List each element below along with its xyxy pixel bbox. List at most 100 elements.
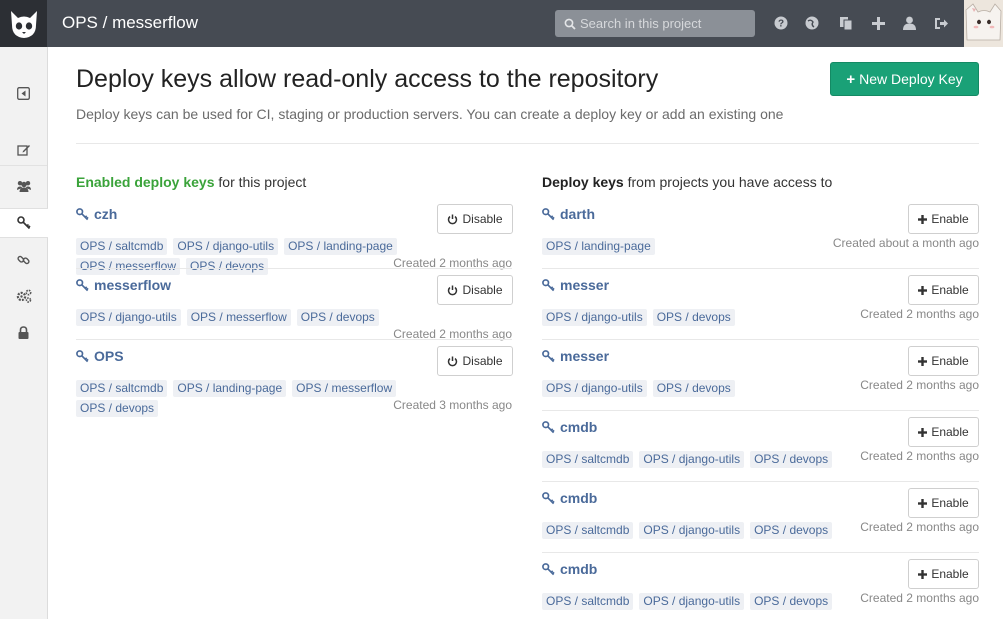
- button-label: Enable: [931, 212, 969, 226]
- created-timestamp: Created about a month ago: [832, 236, 979, 250]
- project-title[interactable]: OPS / messerflow: [62, 13, 198, 33]
- available-keys-heading-rest: from projects you have access to: [623, 174, 833, 190]
- enable-button[interactable]: Enable: [908, 204, 979, 234]
- deploy-key-row: darth Enable OPS / landing-page Created abo…: [542, 204, 979, 277]
- created-timestamp: Created 3 months ago: [393, 398, 512, 412]
- power-icon: [447, 285, 458, 296]
- deploy-key-name[interactable]: messer: [542, 348, 609, 364]
- project-tag[interactable]: OPS / django-utils: [639, 522, 745, 539]
- new-deploy-key-button[interactable]: + New Deploy Key: [830, 62, 979, 96]
- project-tag[interactable]: OPS / devops: [750, 522, 833, 539]
- button-label: Disable: [462, 212, 503, 226]
- project-tag[interactable]: OPS / devops: [750, 593, 833, 610]
- sidebar-item-web-hooks[interactable]: [0, 245, 47, 275]
- help-icon[interactable]: ?: [773, 15, 789, 31]
- search-box[interactable]: [555, 10, 755, 37]
- project-tag[interactable]: OPS / devops: [186, 258, 269, 275]
- divider: [76, 143, 979, 144]
- deploy-key-row: messerflow Disable OPS / django-utils OPS /…: [76, 268, 513, 348]
- plus-icon[interactable]: [870, 15, 886, 31]
- row-divider: [76, 339, 512, 340]
- key-icon: [76, 278, 89, 292]
- project-tag[interactable]: OPS / saltcmdb: [542, 522, 634, 539]
- key-title: czh: [94, 206, 118, 222]
- created-timestamp: Created 2 months ago: [860, 591, 979, 605]
- enable-button[interactable]: Enable: [908, 346, 979, 376]
- deploy-key-name[interactable]: czh: [76, 206, 117, 222]
- deploy-key-row: czh Disable OPS / saltcmdb OPS / django-uti…: [76, 204, 513, 277]
- sidebar-item-edit[interactable]: [0, 135, 47, 165]
- deploy-key-name[interactable]: darth: [542, 206, 595, 222]
- enable-button[interactable]: Enable: [908, 417, 979, 447]
- disable-button[interactable]: Disable: [437, 346, 513, 376]
- collapse-sidebar-button[interactable]: [0, 78, 47, 108]
- button-label: Enable: [931, 354, 969, 368]
- sidebar: [0, 47, 48, 619]
- project-tag[interactable]: OPS / messerflow: [76, 258, 181, 275]
- deploy-key-row: messer Enable OPS / django-utils OPS / devo…: [542, 339, 979, 419]
- cogs-icon: [16, 289, 32, 303]
- sidebar-item-deploy-keys[interactable]: [0, 208, 48, 238]
- project-tag[interactable]: OPS / saltcmdb: [542, 451, 634, 468]
- project-tag[interactable]: OPS / devops: [750, 451, 833, 468]
- created-timestamp: Created 2 months ago: [860, 378, 979, 392]
- project-tag[interactable]: OPS / landing-page: [542, 238, 655, 255]
- project-tag[interactable]: OPS / django-utils: [173, 238, 279, 255]
- project-tag[interactable]: OPS / django-utils: [76, 309, 181, 326]
- project-tag[interactable]: OPS / devops: [652, 380, 735, 397]
- available-keys-heading-strong: Deploy keys: [542, 174, 624, 190]
- key-icon: [542, 420, 555, 434]
- gitlab-logo[interactable]: [0, 0, 47, 47]
- project-tag[interactable]: OPS / landing-page: [173, 380, 287, 397]
- key-icon: [17, 216, 31, 230]
- disable-button[interactable]: Disable: [437, 204, 513, 234]
- search-input[interactable]: [580, 16, 750, 31]
- sidebar-item-protected-branches[interactable]: [0, 317, 47, 347]
- project-tag[interactable]: OPS / landing-page: [284, 238, 397, 255]
- project-tag[interactable]: OPS / devops: [296, 309, 379, 326]
- project-tag[interactable]: OPS / django-utils: [542, 309, 647, 326]
- user-avatar[interactable]: [964, 0, 1003, 47]
- project-tags: OPS / django-utils OPS / devops: [542, 378, 852, 398]
- key-icon: [542, 562, 555, 576]
- project-tag[interactable]: OPS / django-utils: [542, 380, 647, 397]
- globe-icon[interactable]: [804, 15, 820, 31]
- copy-icon[interactable]: [838, 15, 854, 31]
- project-tag[interactable]: OPS / messerflow: [292, 380, 397, 397]
- enable-button[interactable]: Enable: [908, 488, 979, 518]
- new-deploy-key-label: New Deploy Key: [859, 71, 963, 87]
- deploy-key-name[interactable]: cmdb: [542, 419, 597, 435]
- deploy-key-name[interactable]: messerflow: [76, 277, 171, 293]
- project-tag[interactable]: OPS / saltcmdb: [76, 238, 168, 255]
- key-icon: [76, 349, 89, 363]
- project-tags: OPS / django-utils OPS / devops: [542, 307, 852, 327]
- sidebar-item-services[interactable]: [0, 281, 47, 311]
- edit-icon: [16, 145, 30, 156]
- sidebar-item-members[interactable]: [0, 171, 47, 201]
- search-icon: [564, 18, 576, 30]
- enable-button[interactable]: Enable: [908, 559, 979, 589]
- deploy-key-name[interactable]: cmdb: [542, 490, 597, 506]
- user-icon[interactable]: [901, 15, 917, 31]
- disable-button[interactable]: Disable: [437, 275, 513, 305]
- deploy-key-name[interactable]: OPS: [76, 348, 124, 364]
- button-label: Enable: [931, 425, 969, 439]
- deploy-key-row: cmdb Enable OPS / saltcmdb OPS / django-uti…: [542, 481, 979, 561]
- button-label: Enable: [931, 496, 969, 510]
- project-tag[interactable]: OPS / devops: [652, 309, 735, 326]
- project-tag[interactable]: OPS / messerflow: [186, 309, 291, 326]
- project-tag[interactable]: OPS / django-utils: [639, 593, 745, 610]
- plus-icon: [918, 569, 928, 579]
- logout-icon[interactable]: [933, 15, 949, 31]
- project-tag[interactable]: OPS / django-utils: [639, 451, 745, 468]
- key-title: messerflow: [94, 277, 172, 293]
- project-tag[interactable]: OPS / devops: [76, 400, 159, 417]
- deploy-key-name[interactable]: cmdb: [542, 561, 597, 577]
- project-tag[interactable]: OPS / saltcmdb: [76, 380, 168, 397]
- lock-icon: [18, 325, 29, 339]
- deploy-key-name[interactable]: messer: [542, 277, 609, 293]
- project-tags: OPS / saltcmdb OPS / django-utils OPS / de…: [542, 520, 852, 540]
- enable-button[interactable]: Enable: [908, 275, 979, 305]
- project-tag[interactable]: OPS / saltcmdb: [542, 593, 634, 610]
- available-keys-heading: Deploy keys from projects you have acces…: [542, 174, 832, 190]
